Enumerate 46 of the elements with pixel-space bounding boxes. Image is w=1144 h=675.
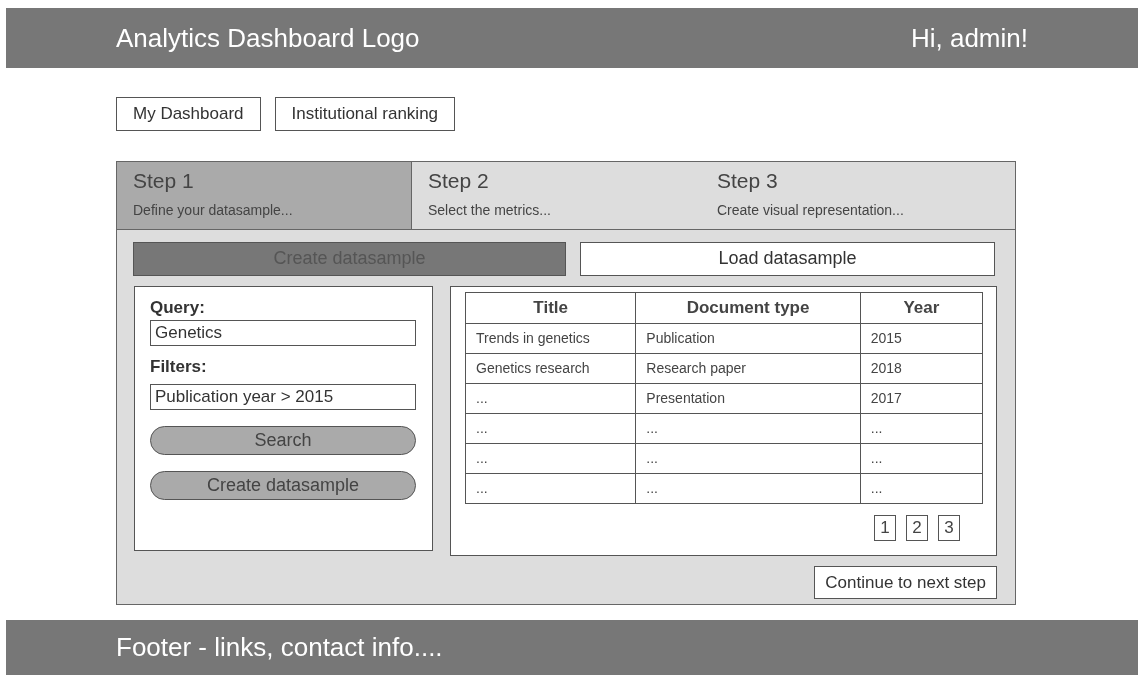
filter-field[interactable]: Publication year > 2015 xyxy=(150,383,416,410)
table-cell: ... xyxy=(465,413,636,443)
query-field[interactable]: Genetics xyxy=(150,320,416,346)
table-cell: ... xyxy=(465,443,636,473)
continue-button[interactable]: Continue to next step xyxy=(814,565,997,599)
table-cell: ... xyxy=(465,473,636,503)
step-tab[interactable]: Step 1 Define your datasample... xyxy=(117,161,412,229)
table-cell: Presentation xyxy=(635,383,861,413)
page-button[interactable]: 2 xyxy=(906,514,928,541)
footer-text: Footer - links, contact info.... xyxy=(116,630,443,664)
table-cell: ... xyxy=(860,473,983,503)
step-tab[interactable]: Step 3 Create visual representation... xyxy=(701,161,1015,229)
table-cell: Trends in genetics xyxy=(465,323,636,353)
filters-label: Filters: xyxy=(150,356,208,378)
table-cell: ... xyxy=(635,473,861,503)
action-button[interactable]: Create datasample xyxy=(150,470,416,500)
mode-tab[interactable]: Load datasample xyxy=(580,241,995,276)
nav-button[interactable]: Institutional ranking xyxy=(274,97,456,131)
greeting: Hi, admin! xyxy=(910,21,1028,55)
table-cell: 2017 xyxy=(860,383,983,413)
column-header: Document type xyxy=(635,292,861,323)
nav-button[interactable]: My Dashboard xyxy=(116,97,261,131)
column-header: Year xyxy=(860,292,983,323)
table-cell: 2015 xyxy=(860,323,983,353)
logo-text: Analytics Dashboard Logo xyxy=(116,21,420,55)
table-cell: Genetics research xyxy=(465,353,636,383)
step-title: Step 3 xyxy=(717,167,779,194)
step-title: Step 2 xyxy=(428,167,490,194)
table-cell: ... xyxy=(635,443,861,473)
step-subtitle: Define your datasample... xyxy=(133,200,294,220)
page-button[interactable]: 1 xyxy=(874,514,896,541)
table-cell: 2018 xyxy=(860,353,983,383)
query-label: Query: xyxy=(150,296,206,319)
table-cell: Publication xyxy=(635,323,861,353)
page-button[interactable]: 3 xyxy=(938,514,960,541)
table-cell: ... xyxy=(465,383,636,413)
table-cell: ... xyxy=(635,413,861,443)
step-subtitle: Select the metrics... xyxy=(428,200,552,220)
action-button[interactable]: Search xyxy=(150,425,416,455)
step-subtitle: Create visual representation... xyxy=(717,200,905,220)
table-cell: ... xyxy=(860,413,983,443)
step-title: Step 1 xyxy=(133,167,195,194)
table-cell: ... xyxy=(860,443,983,473)
table-cell: Research paper xyxy=(635,353,861,383)
step-tab[interactable]: Step 2 Select the metrics... xyxy=(412,161,701,229)
column-header: Title xyxy=(465,292,636,323)
